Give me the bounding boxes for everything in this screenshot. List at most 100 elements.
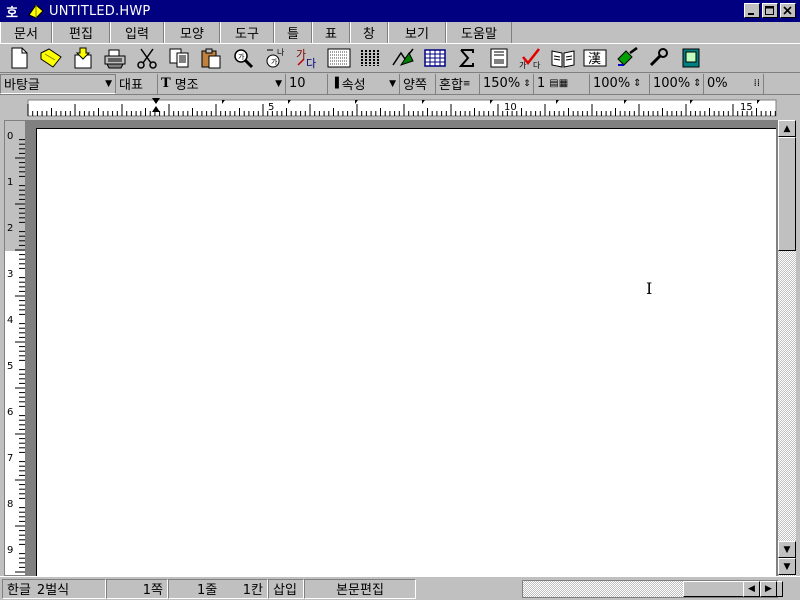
scroll-right-button[interactable]: ▶	[760, 581, 777, 597]
window-title: UNTITLED.HWP	[49, 3, 151, 19]
scroll-thumb[interactable]	[778, 137, 796, 251]
attribute-icon: ▐	[331, 78, 339, 89]
page-status: 1쪽	[106, 578, 168, 599]
input-language-status[interactable]: 한글 2벌식	[2, 578, 106, 599]
style-value: 바탕글	[4, 78, 40, 93]
menu-item-6[interactable]: 표	[312, 22, 350, 43]
table-icon[interactable]	[420, 45, 450, 72]
language-label: 한글	[7, 583, 31, 598]
print-icon[interactable]	[100, 45, 130, 72]
document-page[interactable]	[36, 128, 776, 576]
sum-icon[interactable]	[452, 45, 482, 72]
menu-item-4[interactable]: 도구	[220, 22, 274, 43]
svg-text:다: 다	[533, 61, 541, 69]
columns-field[interactable]: 1 ▤▦	[534, 73, 590, 94]
align-mixed-label: 혼합	[439, 78, 463, 93]
status-bar: 한글 2벌식 1쪽 1줄 1칸 삽입 본문편집 ◀ ▶	[0, 576, 800, 600]
input-mode-label: 2벌식	[36, 583, 70, 598]
spellcheck-icon[interactable]: 가다	[516, 45, 546, 72]
menu-item-1[interactable]: 편집	[52, 22, 110, 43]
align-justify-button[interactable]: 양쪽	[400, 73, 436, 94]
menu-item-7[interactable]: 창	[350, 22, 388, 43]
grid-icon: ⁞⁞	[753, 78, 760, 89]
copy-icon[interactable]	[164, 45, 194, 72]
horizontal-ruler[interactable]: 5 10 15	[0, 96, 800, 120]
edit-mode-label: 본문편집	[336, 583, 384, 598]
ruler-mark-label: 5	[268, 102, 274, 113]
vruler-mark-label: 2	[7, 223, 13, 234]
zoom-value-2: 100%	[653, 76, 691, 91]
paste-icon[interactable]	[196, 45, 226, 72]
scroll-left-button[interactable]: ◀	[743, 581, 760, 597]
svg-text:가: 가	[519, 61, 527, 69]
save-icon[interactable]	[68, 45, 98, 72]
menu-item-3[interactable]: 모양	[164, 22, 220, 43]
open-folder-icon[interactable]	[36, 45, 66, 72]
dictionary-icon[interactable]	[548, 45, 578, 72]
vruler-mark-label: 7	[7, 453, 13, 464]
font-group-value: 대표	[119, 78, 143, 93]
zoom-field-3[interactable]: 0% ⁞⁞	[704, 73, 764, 94]
scroll-down-button[interactable]: ▼	[778, 541, 796, 558]
style-dropdown[interactable]: 바탕글 ▼	[0, 73, 116, 94]
svg-text:다: 다	[306, 57, 316, 69]
line-spacing-field[interactable]: 150% ⇕	[480, 73, 534, 94]
columns-icon[interactable]	[356, 45, 386, 72]
new-document-icon[interactable]	[4, 45, 34, 72]
column-label: 1칸	[242, 583, 263, 598]
find-icon[interactable]: 가	[228, 45, 258, 72]
svg-text:가: 가	[238, 52, 245, 61]
cut-icon[interactable]	[132, 45, 162, 72]
app-icon[interactable]: 호	[3, 2, 21, 21]
page-label: 1쪽	[142, 583, 163, 598]
insert-mode-status[interactable]: 삽입	[268, 578, 304, 599]
spin-icon: ⇕	[633, 78, 642, 89]
maximize-button[interactable]	[762, 3, 778, 18]
chevron-down-icon: ▼	[275, 78, 282, 89]
hanja-icon[interactable]: 漢	[580, 45, 610, 72]
zoom-field-1[interactable]: 100% ⇕	[590, 73, 650, 94]
menu-item-2[interactable]: 입력	[110, 22, 164, 43]
brush-icon[interactable]	[612, 45, 642, 72]
menu-item-9[interactable]: 도움말	[446, 22, 512, 43]
menu-item-0[interactable]: 문서	[0, 22, 52, 43]
zoom-value-3: 0%	[707, 76, 728, 91]
font-size-field[interactable]: 10	[286, 73, 328, 94]
vertical-scrollbar[interactable]: ▲ ▼ ▼	[778, 120, 796, 576]
vertical-ruler[interactable]: 0 1 2 3 4 5 6 7 8 9	[4, 120, 26, 576]
svg-text:가: 가	[296, 48, 306, 61]
drawing-icon[interactable]	[388, 45, 418, 72]
vruler-mark-label: 8	[7, 499, 13, 510]
close-button[interactable]	[780, 3, 796, 18]
font-group-select[interactable]: 대표	[116, 73, 158, 94]
position-status: 1줄 1칸	[168, 578, 268, 599]
attribute-dropdown[interactable]: ▐ 속성 ▼	[328, 73, 400, 94]
format-bar: 바탕글 ▼ 대표 T 명조 ▼ 10 ▐ 속성 ▼ 양쪽 혼합 ≡ 150% ⇕…	[0, 73, 800, 95]
vruler-mark-label: 1	[7, 177, 13, 188]
page-layout-icon[interactable]	[324, 45, 354, 72]
minimize-button[interactable]	[744, 3, 760, 18]
wrench-icon[interactable]	[644, 45, 674, 72]
chevron-down-icon: ▼	[389, 78, 396, 89]
vruler-mark-label: 6	[7, 407, 13, 418]
toolbar: 가 가나 가다 가다 漢	[0, 43, 800, 73]
attribute-value: 속성	[341, 78, 366, 93]
menu-item-5[interactable]: 틀	[274, 22, 312, 43]
scroll-up-button[interactable]: ▲	[778, 120, 796, 137]
page-icon[interactable]	[484, 45, 514, 72]
replace-icon[interactable]: 가나	[260, 45, 290, 72]
vruler-mark-label: 3	[7, 269, 13, 280]
horizontal-scrollbar[interactable]: ◀ ▶	[522, 580, 783, 598]
menu-item-8[interactable]: 보기	[388, 22, 446, 43]
zoom-field-2[interactable]: 100% ⇕	[650, 73, 704, 94]
align-mixed-button[interactable]: 혼합 ≡	[436, 73, 480, 94]
font-style-icon[interactable]: 가다	[292, 45, 322, 72]
scroll-page-button[interactable]: ▼	[778, 558, 796, 575]
font-dropdown[interactable]: T 명조 ▼	[158, 73, 286, 94]
spin-icon: ⇕	[523, 78, 531, 89]
title-bar[interactable]: 호 UNTITLED.HWP	[0, 0, 800, 22]
svg-text:漢: 漢	[588, 52, 601, 67]
vruler-mark-label: 0	[7, 131, 13, 142]
calculator-icon[interactable]	[676, 45, 706, 72]
document-area[interactable]	[26, 120, 778, 576]
